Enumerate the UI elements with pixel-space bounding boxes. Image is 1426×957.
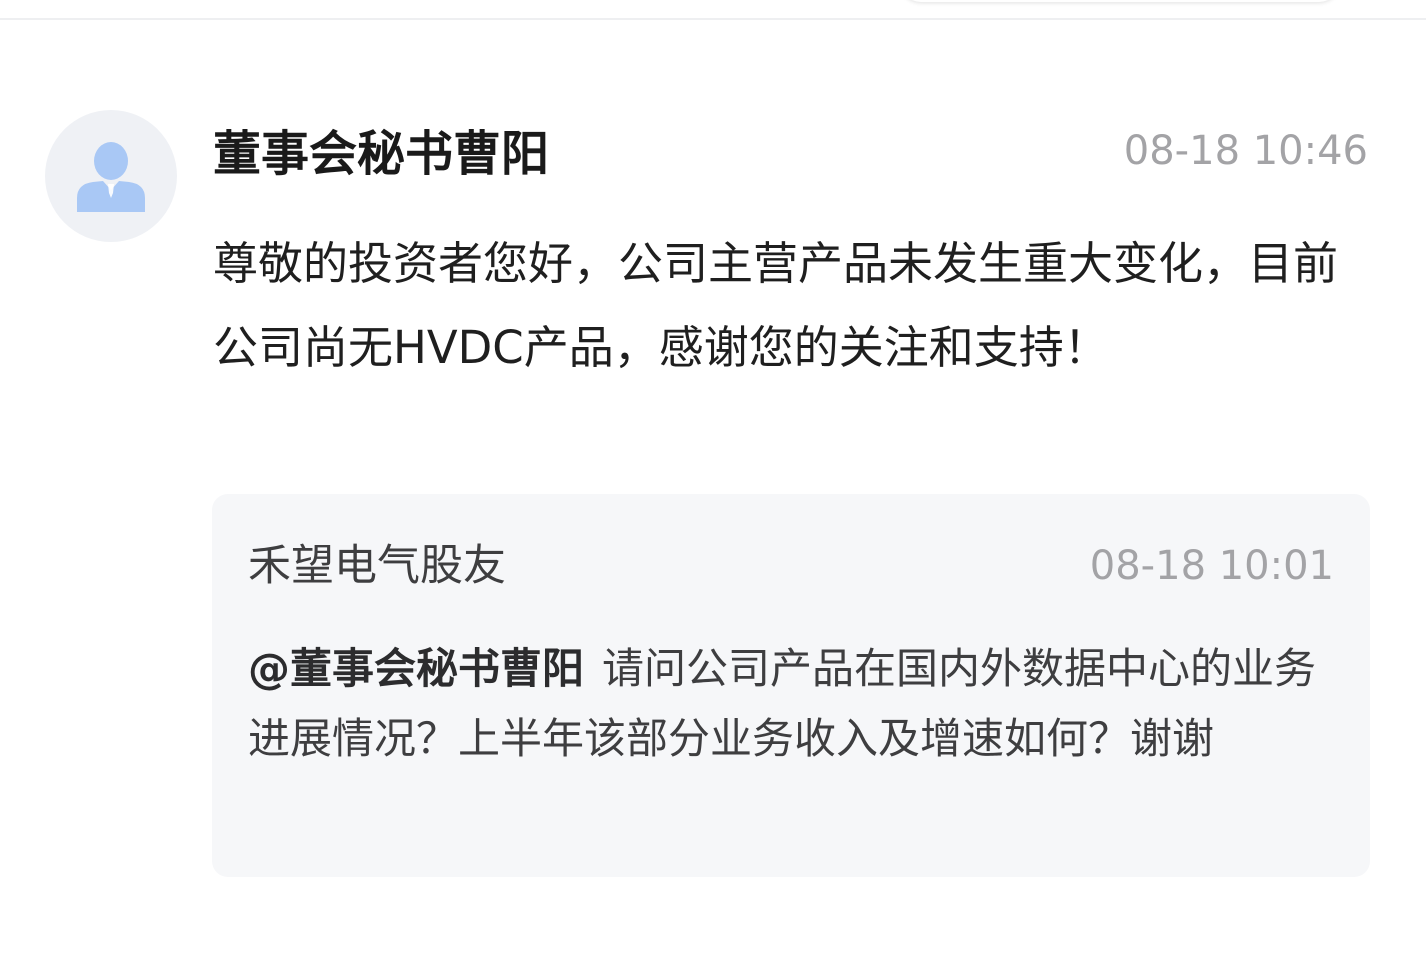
reply-time: 08-18 10:46 xyxy=(1123,128,1368,174)
person-icon xyxy=(77,142,145,212)
top-search-pill[interactable] xyxy=(900,0,1340,2)
question-author[interactable]: 禾望电气股友 xyxy=(248,538,506,594)
quoted-question[interactable]: 禾望电气股友 08-18 10:01 @董事会秘书曹阳 请问公司产品在国内外数据中… xyxy=(212,494,1370,877)
question-time: 08-18 10:01 xyxy=(1089,543,1334,589)
avatar[interactable] xyxy=(45,110,177,242)
question-body: @董事会秘书曹阳 请问公司产品在国内外数据中心的业务进展情况？上半年该部分业务收入… xyxy=(248,634,1338,774)
reply-author[interactable]: 董事会秘书曹阳 xyxy=(213,124,549,184)
mention-link[interactable]: @董事会秘书曹阳 xyxy=(248,644,584,693)
top-divider xyxy=(0,18,1426,20)
reply-content: 尊敬的投资者您好，公司主营产品未发生重大变化，目前公司尚无HVDC产品，感谢您的… xyxy=(213,237,1339,374)
